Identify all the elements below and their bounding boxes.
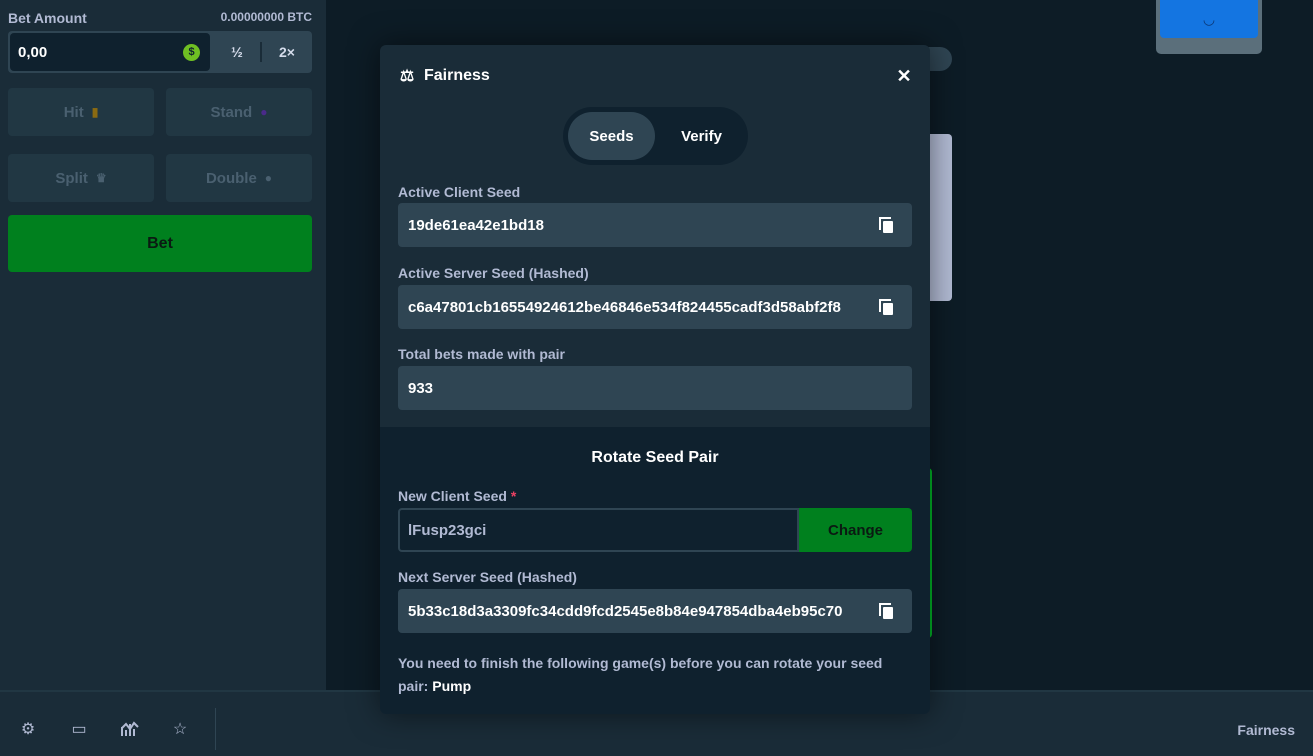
- split-icon: ♛: [95, 171, 107, 185]
- half-bet-button[interactable]: ½: [212, 31, 262, 73]
- gear-icon[interactable]: ⚙: [19, 720, 37, 738]
- bet-amount-input[interactable]: 0,00 $: [10, 33, 210, 71]
- change-seed-button[interactable]: Change: [799, 508, 912, 552]
- modal-header: ⚖ Fairness ✕: [398, 65, 912, 87]
- next-server-seed-label: Next Server Seed (Hashed): [398, 569, 577, 585]
- chips-icon: ●: [264, 171, 273, 185]
- hit-label: Hit: [63, 103, 84, 121]
- footer-divider: [215, 708, 216, 750]
- double-action-label: Double: [205, 169, 257, 187]
- copy-server-seed-button[interactable]: [860, 285, 912, 329]
- theatre-icon[interactable]: ▭: [70, 720, 88, 738]
- active-server-seed-label: Active Server Seed (Hashed): [398, 265, 589, 281]
- stand-label: Stand: [210, 103, 253, 121]
- copy-icon: [879, 299, 893, 315]
- fairness-modal: ⚖ Fairness ✕ Seeds Verify Active Client …: [380, 45, 930, 714]
- active-client-seed-field[interactable]: 19de61ea42e1bd18: [398, 203, 912, 247]
- active-server-seed-value: c6a47801cb16554924612be46846e534f824455c…: [408, 298, 841, 316]
- card-back: ◡: [1160, 0, 1258, 38]
- rotate-notice: You need to finish the following game(s)…: [398, 652, 912, 698]
- bet-amount-group: 0,00 $ ½ 2×: [8, 31, 312, 73]
- stats-icon[interactable]: [121, 720, 139, 738]
- copy-next-seed-button[interactable]: [860, 589, 912, 633]
- hand-icon: ●: [260, 105, 268, 119]
- new-client-seed-label: New Client Seed *: [398, 488, 516, 504]
- active-server-seed-field[interactable]: c6a47801cb16554924612be46846e534f824455c…: [398, 285, 912, 329]
- scale-icon: ⚖: [399, 68, 415, 85]
- coin-icon: $: [183, 43, 200, 61]
- cards-icon: ▮: [91, 105, 99, 119]
- copy-icon: [879, 603, 893, 619]
- split-button[interactable]: Split ♛: [8, 154, 154, 202]
- bet-amount-btc: 0.00000000 BTC: [220, 10, 312, 24]
- bet-button[interactable]: Bet: [8, 215, 312, 272]
- tab-verify[interactable]: Verify: [660, 112, 743, 160]
- bet-amount-label: Bet Amount: [8, 10, 87, 26]
- active-client-seed-label: Active Client Seed: [398, 184, 521, 200]
- copy-client-seed-button[interactable]: [860, 203, 912, 247]
- fairness-tabs: Seeds Verify: [563, 107, 748, 165]
- bet-sidebar: Bet Amount 0.00000000 BTC 0,00 $ ½ 2× Hi…: [0, 0, 326, 690]
- modal-title-text: Fairness: [424, 67, 490, 84]
- rotate-seed-title: Rotate Seed Pair: [591, 449, 719, 466]
- double-bet-button[interactable]: 2×: [262, 31, 312, 73]
- new-client-seed-label-text: New Client Seed: [398, 488, 507, 504]
- footer-fairness-link[interactable]: Fairness: [1237, 722, 1295, 738]
- total-bets-field: 933: [398, 366, 912, 410]
- bet-amount-header: Bet Amount 0.00000000 BTC: [8, 10, 312, 26]
- hit-button[interactable]: Hit ▮: [8, 88, 154, 136]
- next-server-seed-field[interactable]: 5b33c18d3a3309fc34cdd9fcd2545e8b84e94785…: [398, 589, 912, 633]
- active-client-seed-value: 19de61ea42e1bd18: [408, 216, 544, 234]
- stand-button[interactable]: Stand ●: [166, 88, 312, 136]
- bet-amount-value: 0,00: [18, 43, 48, 61]
- tab-seeds[interactable]: Seeds: [568, 112, 655, 160]
- next-server-seed-value: 5b33c18d3a3309fc34cdd9fcd2545e8b84e94785…: [408, 602, 843, 620]
- total-bets-label: Total bets made with pair: [398, 346, 565, 362]
- modal-title: ⚖ Fairness: [398, 67, 490, 85]
- required-mark: *: [510, 488, 517, 504]
- new-client-seed-row: lFusp23gci Change: [398, 508, 912, 552]
- double-action-button[interactable]: Double ●: [166, 154, 312, 202]
- new-client-seed-input[interactable]: lFusp23gci: [398, 508, 799, 552]
- star-icon[interactable]: ☆: [171, 720, 189, 738]
- copy-icon: [879, 217, 893, 233]
- close-icon[interactable]: ✕: [896, 66, 912, 86]
- deck-card: ◡: [1156, 0, 1262, 54]
- total-bets-value: 933: [408, 379, 434, 397]
- pending-game-name: Pump: [432, 678, 472, 694]
- split-label: Split: [55, 169, 88, 187]
